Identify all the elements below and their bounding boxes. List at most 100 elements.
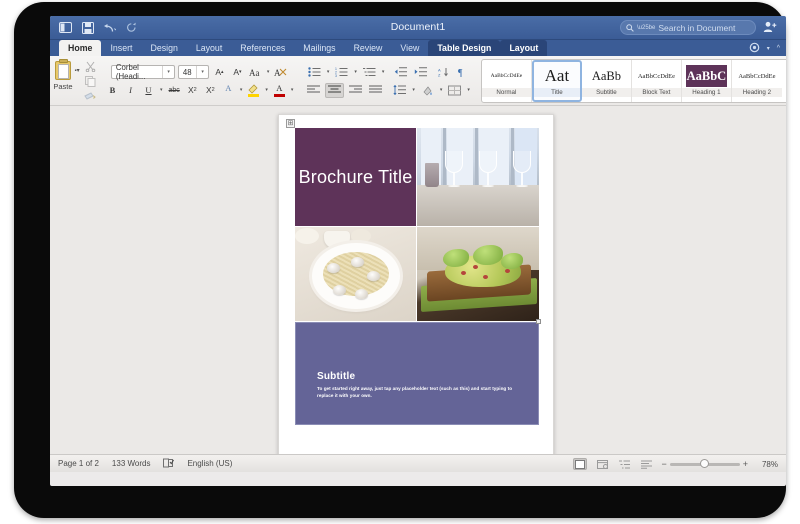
tab-mailings[interactable]: Mailings [294, 40, 344, 56]
photo-wine-glasses[interactable] [417, 128, 539, 226]
document-page-1[interactable]: ⊞ Brochure Title Subtitle To get started… [278, 114, 554, 454]
multilevel-list-button[interactable] [361, 65, 378, 80]
underline-button[interactable]: U [141, 83, 156, 98]
font-color-button[interactable]: A [272, 83, 287, 98]
chevron-down-icon[interactable]: ▾ [439, 87, 444, 93]
chevron-down-icon[interactable]: ▾ [159, 87, 164, 93]
style-title[interactable]: Aat Title [531, 60, 582, 102]
share-icon[interactable] [763, 20, 777, 39]
tab-view[interactable]: View [391, 40, 428, 56]
tab-table-layout[interactable]: Layout [500, 40, 548, 56]
paragraph-group: ▾ 123 ▾ ▾ AZ ¶ ▾ ▾ ▾ [300, 58, 475, 104]
proofing-icon[interactable] [163, 458, 175, 470]
paste-options-caret[interactable]: ▪▾ [75, 67, 80, 74]
highlighter-icon [248, 83, 258, 94]
table-resize-handle[interactable] [536, 319, 541, 324]
print-layout-view-button[interactable] [573, 458, 588, 470]
zoom-out-button[interactable]: − [661, 459, 666, 469]
italic-button[interactable]: I [123, 83, 138, 98]
align-left-button[interactable] [305, 83, 322, 98]
zoom-knob[interactable] [699, 459, 709, 468]
brochure-title-cell[interactable]: Brochure Title [295, 128, 416, 226]
zoom-track[interactable] [669, 459, 740, 468]
chevron-down-icon[interactable]: ▾ [767, 45, 770, 52]
chevron-down-icon[interactable]: ▾ [196, 66, 206, 78]
zoom-in-button[interactable]: + [743, 459, 748, 469]
align-center-button[interactable] [325, 82, 345, 98]
chevron-down-icon[interactable]: ▾ [466, 87, 471, 93]
ribbon-settings-icon[interactable] [749, 42, 760, 55]
align-right-button[interactable] [347, 83, 364, 98]
word-count[interactable]: 133 Words [112, 459, 151, 468]
decrease-indent-button[interactable] [392, 65, 409, 80]
tab-review[interactable]: Review [345, 40, 392, 56]
style-normal[interactable]: AaBbCcDdEe Normal [481, 60, 532, 102]
font-size-input[interactable]: 48 ▾ [177, 65, 209, 79]
strikethrough-button[interactable]: abc [167, 83, 182, 98]
brochure-title-text[interactable]: Brochure Title [299, 167, 413, 188]
tab-references[interactable]: References [231, 40, 294, 56]
font-name-input[interactable]: Corbel (Headi... ▾ [110, 63, 175, 81]
outline-view-button[interactable] [617, 458, 631, 470]
copy-icon[interactable] [84, 75, 97, 88]
bold-button[interactable]: B [105, 83, 120, 98]
web-layout-view-button[interactable] [595, 458, 609, 470]
tab-home[interactable]: Home [59, 40, 102, 56]
sort-button[interactable]: AZ [436, 65, 452, 80]
style-subtitle[interactable]: AaBb Subtitle [581, 60, 632, 102]
photo-salad[interactable] [417, 227, 539, 321]
chevron-down-icon[interactable]: ▾ [411, 87, 416, 93]
styles-gallery-more-button[interactable]: ▸ [782, 60, 786, 102]
chevron-down-icon[interactable]: ▾ [353, 69, 358, 75]
shrink-font-button[interactable]: A ▾ [230, 65, 245, 80]
highlight-button[interactable] [246, 83, 261, 98]
bullet-list-button[interactable] [306, 65, 323, 80]
borders-button[interactable] [446, 83, 463, 98]
tab-table-design[interactable]: Table Design [428, 40, 501, 56]
tab-design[interactable]: Design [141, 40, 186, 56]
tab-insert[interactable]: Insert [101, 40, 141, 56]
brochure-row-1: Brochure Title [295, 128, 539, 226]
show-formatting-marks-button[interactable]: ¶ [455, 65, 470, 80]
text-effects-button[interactable]: A [221, 83, 236, 98]
style-block-text[interactable]: AaBbCcDdEe Block Text [631, 60, 682, 102]
brochure-subtitle-body[interactable]: To get started right away, just tap any … [317, 386, 520, 399]
grow-font-button[interactable]: A ▴ [212, 65, 227, 80]
page-indicator[interactable]: Page 1 of 2 [58, 459, 99, 468]
chevron-down-icon[interactable]: ▾ [239, 87, 244, 93]
chevron-down-icon[interactable]: ▾ [264, 87, 269, 93]
line-spacing-button[interactable] [391, 83, 408, 98]
collapse-ribbon-icon[interactable]: ^ [777, 45, 780, 52]
photo-pasta-clams[interactable] [295, 227, 416, 321]
superscript-button[interactable]: X2 [203, 83, 218, 98]
chevron-down-icon[interactable]: ▾ [381, 69, 386, 75]
search-input[interactable]: \u25be Search in Document [620, 20, 756, 35]
zoom-slider[interactable]: − + [661, 459, 748, 469]
clear-formatting-button[interactable]: A [273, 65, 288, 80]
language-indicator[interactable]: English (US) [187, 459, 232, 468]
shading-button[interactable] [419, 83, 436, 98]
numbered-list-button[interactable]: 123 [333, 65, 350, 80]
paste-icon[interactable] [54, 59, 72, 81]
style-heading-1[interactable]: AaBbC Heading 1 [681, 60, 732, 102]
cut-icon[interactable] [84, 60, 97, 73]
format-painter-icon[interactable] [84, 90, 97, 103]
tab-layout[interactable]: Layout [187, 40, 231, 56]
chevron-down-icon[interactable]: ▾ [162, 66, 172, 78]
brochure-subtitle-cell[interactable]: Subtitle To get started right away, just… [295, 319, 541, 425]
chevron-down-icon[interactable]: ▾ [326, 69, 331, 75]
chevron-down-icon[interactable]: ▾ [266, 69, 271, 75]
change-case-button[interactable]: Aa [248, 65, 263, 80]
table-move-handle[interactable]: ⊞ [286, 119, 295, 128]
style-heading-2[interactable]: AaBbCcDdEe Heading 2 [731, 60, 782, 102]
justify-button[interactable] [367, 83, 384, 98]
title-bar: Document1 \u25be Search in Document [50, 16, 786, 40]
style-preview: Aat [544, 66, 570, 85]
brochure-subtitle-heading[interactable]: Subtitle [317, 371, 520, 382]
chevron-down-icon[interactable]: ▾ [290, 87, 295, 93]
zoom-level[interactable]: 78% [756, 460, 778, 469]
increase-indent-button[interactable] [412, 65, 429, 80]
draft-view-button[interactable] [639, 458, 653, 470]
document-canvas[interactable]: ⊞ Brochure Title Subtitle To get started… [50, 106, 786, 454]
subscript-button[interactable]: X2 [185, 83, 200, 98]
